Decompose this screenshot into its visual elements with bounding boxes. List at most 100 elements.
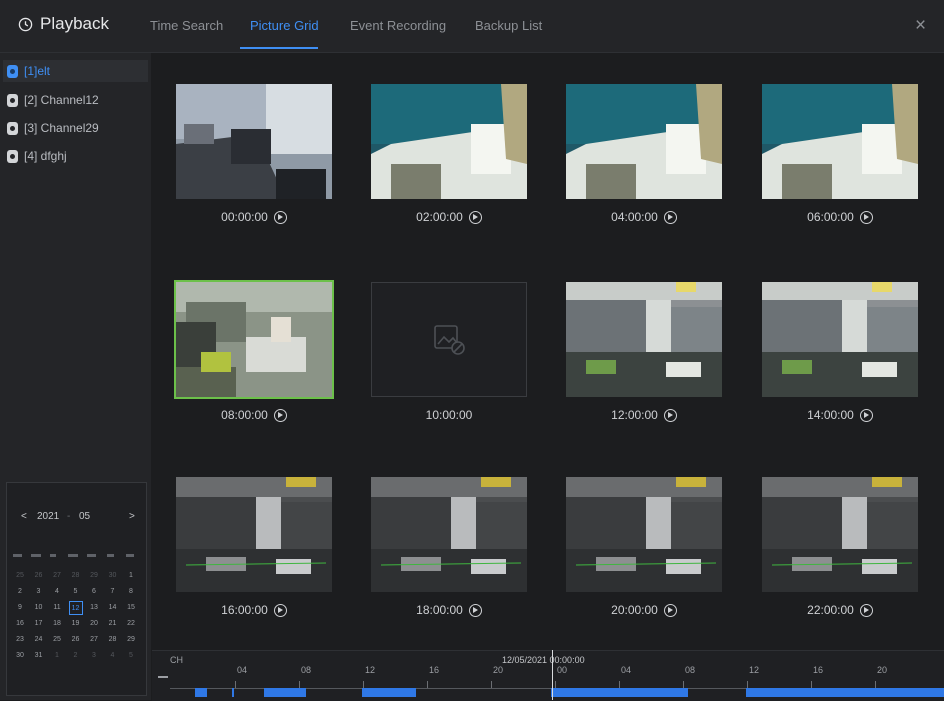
play-icon[interactable] [859, 408, 873, 422]
calendar-day[interactable]: 10 [32, 601, 46, 615]
zoom-out-button[interactable] [158, 676, 168, 678]
grid-thumbnail[interactable] [176, 84, 332, 199]
grid-thumbnail[interactable] [176, 477, 332, 592]
grid-thumbnail[interactable] [762, 84, 918, 199]
thumbnail-caption: 14:00:00 [762, 408, 918, 422]
play-icon[interactable] [273, 210, 287, 224]
play-icon[interactable] [859, 210, 873, 224]
calendar-day[interactable]: 27 [50, 569, 64, 583]
timeline-tick-label: 16 [429, 665, 440, 675]
grid-thumbnail[interactable] [566, 282, 722, 397]
channel-item-1[interactable]: [1]elt [7, 60, 50, 82]
calendar-day[interactable]: 31 [32, 649, 46, 663]
calendar-day[interactable]: 1 [124, 569, 138, 583]
calendar-day[interactable]: 15 [124, 601, 138, 615]
grid-thumbnail[interactable] [566, 477, 722, 592]
calendar-day[interactable]: 22 [124, 617, 138, 631]
tab-time-search[interactable]: Time Search [150, 18, 223, 33]
calendar-day[interactable]: 16 [13, 617, 27, 631]
play-icon[interactable] [273, 603, 287, 617]
calendar-day[interactable]: 18 [50, 617, 64, 631]
timeline-tick-label: 00 [557, 665, 568, 675]
thumbnail-time: 14:00:00 [807, 408, 854, 422]
calendar-day[interactable]: 24 [32, 633, 46, 647]
channel-item-2[interactable]: [2] Channel12 [7, 89, 99, 111]
channel-item-3[interactable]: [3] Channel29 [7, 117, 99, 139]
active-tab-indicator [240, 47, 318, 49]
calendar-day[interactable]: 1 [50, 649, 64, 663]
calendar-day[interactable]: 28 [69, 569, 83, 583]
prev-month-button[interactable]: < [21, 511, 27, 522]
calendar-day[interactable]: 13 [87, 601, 101, 615]
calendar-day[interactable]: 26 [69, 633, 83, 647]
calendar-day[interactable]: 14 [106, 601, 120, 615]
timeline-tick-label: 12 [365, 665, 376, 675]
calendar-day[interactable]: 11 [50, 601, 64, 615]
calendar-day[interactable]: 28 [106, 633, 120, 647]
calendar-month[interactable]: 05 [79, 511, 90, 522]
recording-segment[interactable] [362, 688, 416, 697]
play-icon[interactable] [468, 603, 482, 617]
calendar-day[interactable]: 2 [69, 649, 83, 663]
calendar-day[interactable]: 30 [13, 649, 27, 663]
tab-picture-grid[interactable]: Picture Grid [250, 18, 319, 33]
calendar-day[interactable]: 9 [13, 601, 27, 615]
calendar-day[interactable]: 6 [87, 585, 101, 599]
calendar-day[interactable]: 2 [13, 585, 27, 599]
calendar-day[interactable]: 29 [87, 569, 101, 583]
calendar-day[interactable]: 3 [87, 649, 101, 663]
calendar-day[interactable]: 25 [50, 633, 64, 647]
grid-thumbnail[interactable] [371, 282, 527, 397]
play-icon[interactable] [663, 603, 677, 617]
calendar-year[interactable]: 2021 [37, 511, 59, 522]
calendar-day[interactable]: 4 [50, 585, 64, 599]
play-icon[interactable] [468, 210, 482, 224]
play-icon[interactable] [859, 603, 873, 617]
timeline-cursor[interactable] [552, 650, 553, 700]
play-icon[interactable] [663, 210, 677, 224]
timeline-channel-label: CH [170, 655, 183, 665]
calendar-day[interactable]: 4 [106, 649, 120, 663]
tab-event-recording[interactable]: Event Recording [350, 18, 446, 33]
next-month-button[interactable]: > [129, 511, 135, 522]
grid-thumbnail[interactable] [762, 477, 918, 592]
calendar-day[interactable]: 29 [124, 633, 138, 647]
thumbnail-time: 22:00:00 [807, 603, 854, 617]
close-icon[interactable]: × [915, 15, 926, 37]
calendar-day[interactable]: 12 [68, 601, 83, 615]
tab-backup-list[interactable]: Backup List [475, 18, 542, 33]
calendar-day[interactable]: 7 [106, 585, 120, 599]
no-image-icon [434, 325, 465, 355]
grid-thumbnail[interactable] [762, 282, 918, 397]
channel-label: [1]elt [24, 64, 51, 78]
timeline-bar[interactable]: CH 12/05/2021 00:00:00 04 08 12 16 20 00 04 08 1… [152, 650, 944, 701]
calendar-day[interactable]: 17 [32, 617, 46, 631]
play-icon[interactable] [273, 408, 287, 422]
calendar-day[interactable]: 25 [13, 569, 27, 583]
calendar-day[interactable]: 19 [69, 617, 83, 631]
recording-segment[interactable] [746, 688, 944, 697]
recording-segment[interactable] [264, 688, 306, 697]
calendar-day[interactable]: 27 [87, 633, 101, 647]
recording-segment[interactable] [232, 688, 234, 697]
calendar-day[interactable]: 20 [87, 617, 101, 631]
play-icon[interactable] [663, 408, 677, 422]
calendar-day[interactable]: 8 [124, 585, 138, 599]
camera-icon [7, 93, 18, 107]
thumbnail-time: 16:00:00 [221, 603, 268, 617]
calendar-day[interactable]: 3 [32, 585, 46, 599]
timeline-tick [427, 681, 428, 688]
calendar-day[interactable]: 5 [69, 585, 83, 599]
grid-thumbnail[interactable] [174, 280, 334, 399]
recording-segment[interactable] [195, 688, 207, 697]
calendar-day[interactable]: 5 [124, 649, 138, 663]
grid-thumbnail[interactable] [371, 477, 527, 592]
grid-thumbnail[interactable] [371, 84, 527, 199]
calendar-day[interactable]: 23 [13, 633, 27, 647]
grid-thumbnail[interactable] [566, 84, 722, 199]
recording-segment[interactable] [551, 688, 688, 697]
calendar-day[interactable]: 30 [106, 569, 120, 583]
channel-item-4[interactable]: [4] dfghj [7, 145, 67, 167]
calendar-day[interactable]: 26 [32, 569, 46, 583]
calendar-day[interactable]: 21 [106, 617, 120, 631]
